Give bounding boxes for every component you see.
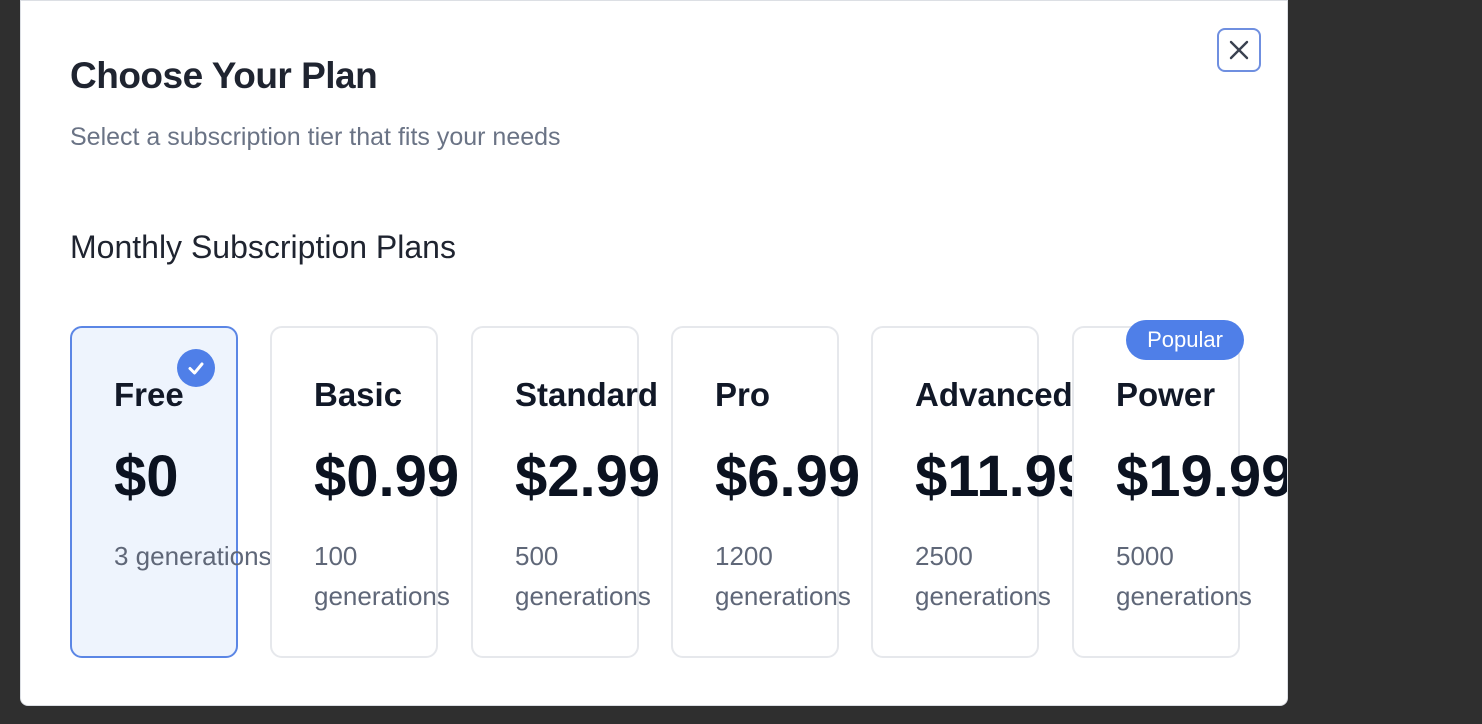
plan-description: 1200 generations [715,541,851,611]
plan-card-power[interactable]: Power $19.99 5000 generations [1072,326,1287,658]
plan-price: $0.99 [314,444,460,509]
plan-description: 3 generations [114,541,272,571]
plan-price: $2.99 [515,444,661,509]
plan-description: 2500 generations [915,541,1051,611]
plan-dialog: Choose Your Plan Select a subscription t… [20,0,1288,706]
dialog-subtitle: Select a subscription tier that fits you… [70,123,561,151]
plan-description: 5000 generations [1116,541,1252,611]
plan-description: 100 generations [314,541,450,611]
popular-badge: Popular [1126,320,1244,360]
plan-name: Advanced [915,376,1073,413]
close-button[interactable] [1217,28,1261,72]
plan-price: $6.99 [715,444,861,509]
plan-name: Power [1116,376,1216,413]
plan-price: $11.99 [915,444,1090,509]
plan-name: Standard [515,376,659,413]
plan-name: Pro [715,376,771,413]
plan-card-pro[interactable]: Pro $6.99 1200 generations [671,326,860,658]
plan-card-standard[interactable]: Standard $2.99 500 generations [471,326,660,658]
plan-price: $0 [114,444,179,509]
plan-name: Basic [314,376,403,413]
plan-card-advanced[interactable]: Advanced $11.99 2500 generations [871,326,1089,658]
plan-name: Free [114,376,184,413]
dialog-title: Choose Your Plan [70,55,378,96]
plan-description: 500 generations [515,541,651,611]
plan-card-basic[interactable]: Basic $0.99 100 generations [270,326,459,658]
section-title: Monthly Subscription Plans [70,229,456,265]
plan-card-free[interactable]: Free $0 3 generations [70,326,272,658]
close-icon [1229,40,1249,60]
plan-price: $19.99 [1116,444,1288,509]
